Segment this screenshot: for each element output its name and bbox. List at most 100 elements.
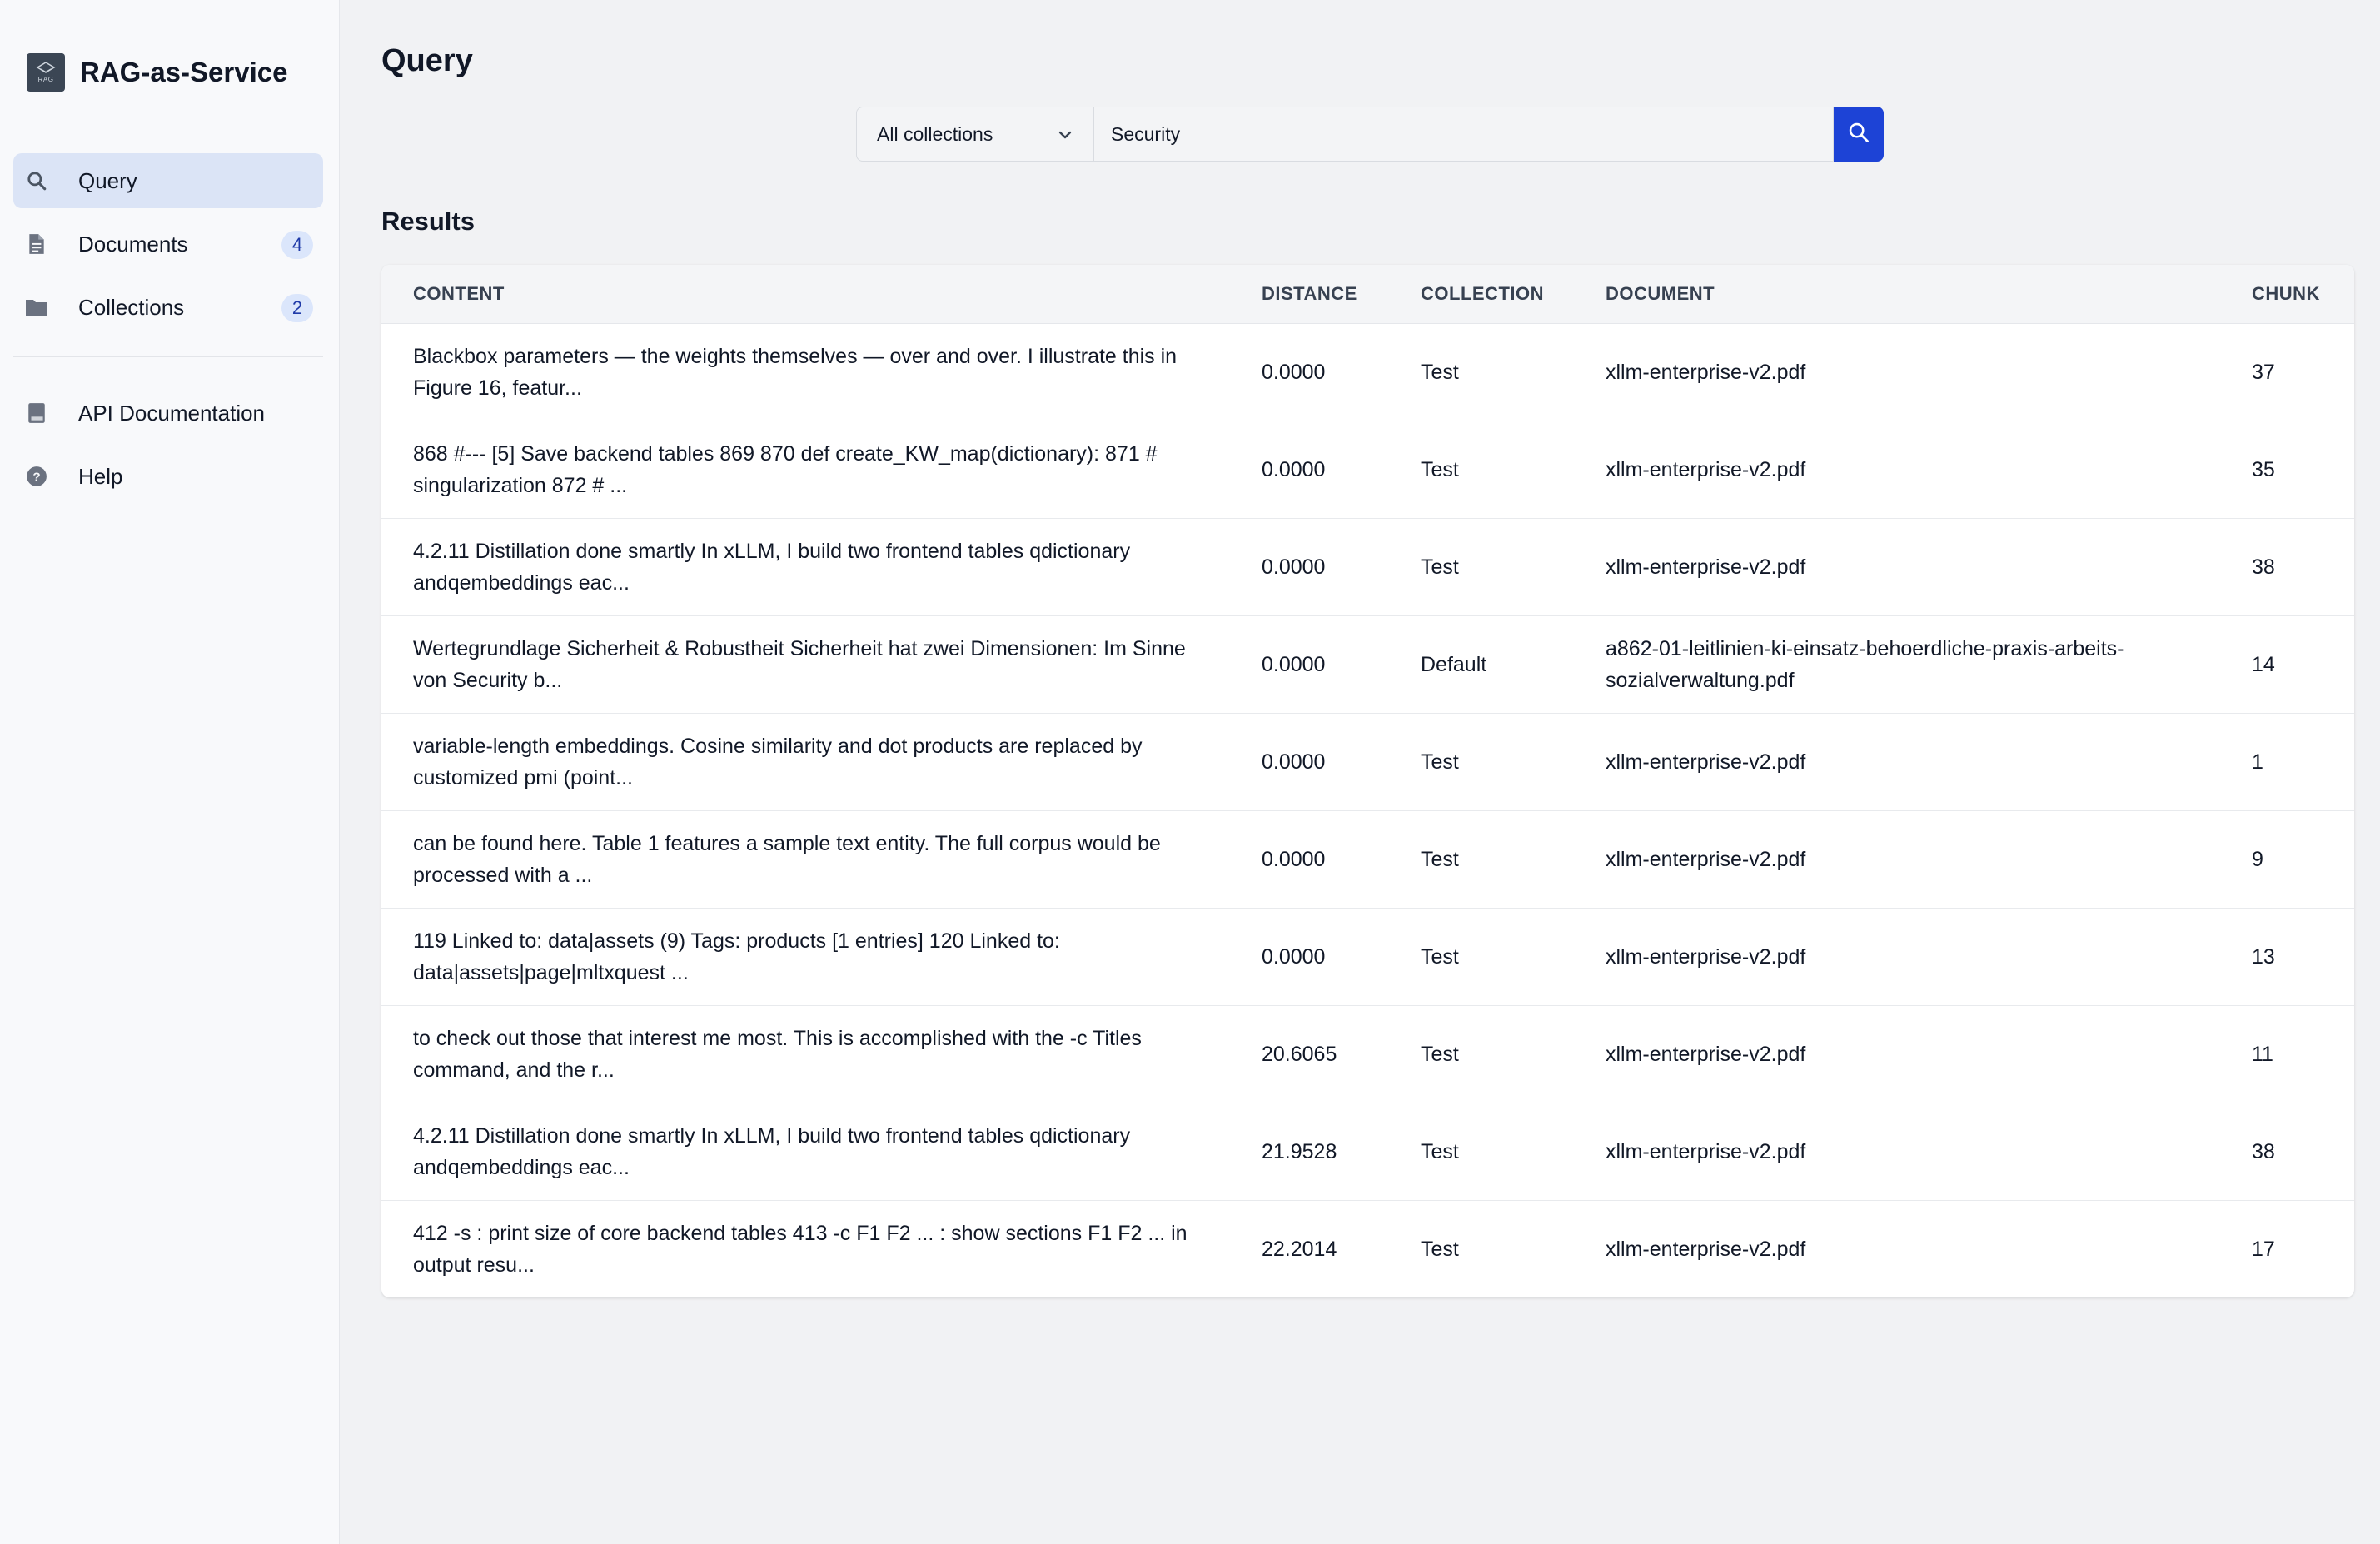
cell-distance: 0.0000 [1262,750,1326,774]
sidebar-item-collections[interactable]: Collections 2 [13,280,323,335]
cell-document: a862-01-leitlinien-ki-einsatz-behoerdlic… [1606,637,2124,692]
cell-collection: Test [1421,945,1459,969]
cell-distance: 0.0000 [1262,458,1326,481]
cell-chunk: 37 [2252,361,2275,384]
page-title: Query [381,43,473,78]
column-header-distance[interactable]: DISTANCE [1262,283,1357,305]
sidebar: RAG RAG-as-Service Query Documents 4 Col… [0,0,340,1544]
search-button[interactable] [1834,107,1884,162]
cell-content: 4.2.11 Distillation done smartly In xLLM… [413,1124,1131,1179]
cell-distance: 0.0000 [1262,361,1326,384]
cell-document: xllm-enterprise-v2.pdf [1606,1140,1806,1163]
collection-select-value: All collections [877,122,993,145]
chevron-down-icon [1057,123,1073,146]
search-bar: All collections [856,107,1884,162]
cell-chunk: 11 [2252,1043,2273,1066]
sidebar-item-api-documentation[interactable]: API Documentation [13,386,323,441]
cell-document: xllm-enterprise-v2.pdf [1606,945,1806,969]
results-table: CONTENT DISTANCE COLLECTION DOCUMENT CHU… [381,265,2354,1297]
table-row[interactable]: Blackbox parameters — the weights themse… [381,324,2354,421]
table-row[interactable]: 4.2.11 Distillation done smartly In xLLM… [381,519,2354,616]
cell-distance: 21.9528 [1262,1140,1337,1163]
cell-chunk: 38 [2252,555,2275,579]
app-logo: RAG [27,53,65,92]
table-row[interactable]: to check out those that interest me most… [381,1006,2354,1103]
table-row[interactable]: 412 -s : print size of core backend tabl… [381,1201,2354,1297]
cell-distance: 0.0000 [1262,653,1326,676]
cell-chunk: 13 [2252,945,2275,969]
logo-mark-icon [36,62,56,73]
cell-collection: Default [1421,653,1487,676]
cell-collection: Test [1421,1043,1459,1066]
search-icon [25,169,48,192]
book-icon [25,401,48,425]
cell-document: xllm-enterprise-v2.pdf [1606,750,1806,774]
column-header-content[interactable]: CONTENT [413,283,1212,305]
cell-chunk: 1 [2252,750,2263,774]
svg-text:?: ? [32,470,40,484]
sidebar-nav: Query Documents 4 Collections 2 API Docu… [13,153,323,512]
sidebar-item-documents[interactable]: Documents 4 [13,217,323,271]
cell-document: xllm-enterprise-v2.pdf [1606,1043,1806,1066]
help-circle-icon: ? [25,465,48,488]
folder-icon [25,296,48,319]
cell-content: 412 -s : print size of core backend tabl… [413,1222,1188,1277]
search-input[interactable] [1094,107,1834,162]
cell-content: variable-length embeddings. Cosine simil… [413,735,1143,789]
cell-chunk: 14 [2252,653,2275,676]
table-row[interactable]: 868 #--- [5] Save backend tables 869 870… [381,421,2354,519]
cell-document: xllm-enterprise-v2.pdf [1606,1238,1806,1261]
search-icon [1847,121,1870,148]
table-row[interactable]: 119 Linked to: data|assets (9) Tags: pro… [381,909,2354,1006]
app-name: RAG-as-Service [80,57,288,87]
cell-document: xllm-enterprise-v2.pdf [1606,458,1806,481]
sidebar-item-label: Collections [78,294,185,320]
cell-collection: Test [1421,848,1459,871]
cell-content: Wertegrundlage Sicherheit & Robustheit S… [413,637,1186,692]
sidebar-item-label: Documents [78,231,188,257]
collection-select[interactable]: All collections [856,107,1094,162]
sidebar-item-query[interactable]: Query [13,153,323,208]
cell-distance: 22.2014 [1262,1238,1337,1261]
cell-distance: 20.6065 [1262,1043,1337,1066]
table-row[interactable]: Wertegrundlage Sicherheit & Robustheit S… [381,616,2354,714]
cell-collection: Test [1421,555,1459,579]
sidebar-item-help[interactable]: ? Help [13,449,323,504]
cell-chunk: 35 [2252,458,2275,481]
cell-collection: Test [1421,1140,1459,1163]
cell-content: to check out those that interest me most… [413,1027,1142,1082]
brand[interactable]: RAG RAG-as-Service [27,53,287,92]
column-header-document[interactable]: DOCUMENT [1606,283,2205,305]
cell-content: 868 #--- [5] Save backend tables 869 870… [413,442,1158,497]
sidebar-item-label: API Documentation [78,400,266,426]
logo-text: RAG [37,76,54,83]
table-row[interactable]: variable-length embeddings. Cosine simil… [381,714,2354,811]
cell-document: xllm-enterprise-v2.pdf [1606,848,1806,871]
cell-distance: 0.0000 [1262,555,1326,579]
cell-distance: 0.0000 [1262,945,1326,969]
cell-collection: Test [1421,458,1459,481]
cell-collection: Test [1421,361,1459,384]
cell-collection: Test [1421,1238,1459,1261]
cell-content: 119 Linked to: data|assets (9) Tags: pro… [413,929,1060,984]
sidebar-item-label: Query [78,167,137,193]
cell-chunk: 9 [2252,848,2263,871]
cell-distance: 0.0000 [1262,848,1326,871]
table-row[interactable]: can be found here. Table 1 features a sa… [381,811,2354,909]
nav-divider [13,356,323,357]
results-title: Results [381,207,475,236]
cell-collection: Test [1421,750,1459,774]
sidebar-item-label: Help [78,463,123,489]
cell-document: xllm-enterprise-v2.pdf [1606,555,1806,579]
column-header-chunk[interactable]: CHUNK [2252,283,2320,305]
cell-chunk: 17 [2252,1238,2275,1261]
table-row[interactable]: 4.2.11 Distillation done smartly In xLLM… [381,1103,2354,1201]
cell-content: can be found here. Table 1 features a sa… [413,832,1161,887]
count-badge: 2 [281,294,313,322]
column-header-collection[interactable]: COLLECTION [1421,283,1544,305]
count-badge: 4 [281,231,313,259]
cell-chunk: 38 [2252,1140,2275,1163]
table-header: CONTENT DISTANCE COLLECTION DOCUMENT CHU… [381,265,2354,324]
cell-content: Blackbox parameters — the weights themse… [413,345,1178,400]
cell-content: 4.2.11 Distillation done smartly In xLLM… [413,540,1131,595]
